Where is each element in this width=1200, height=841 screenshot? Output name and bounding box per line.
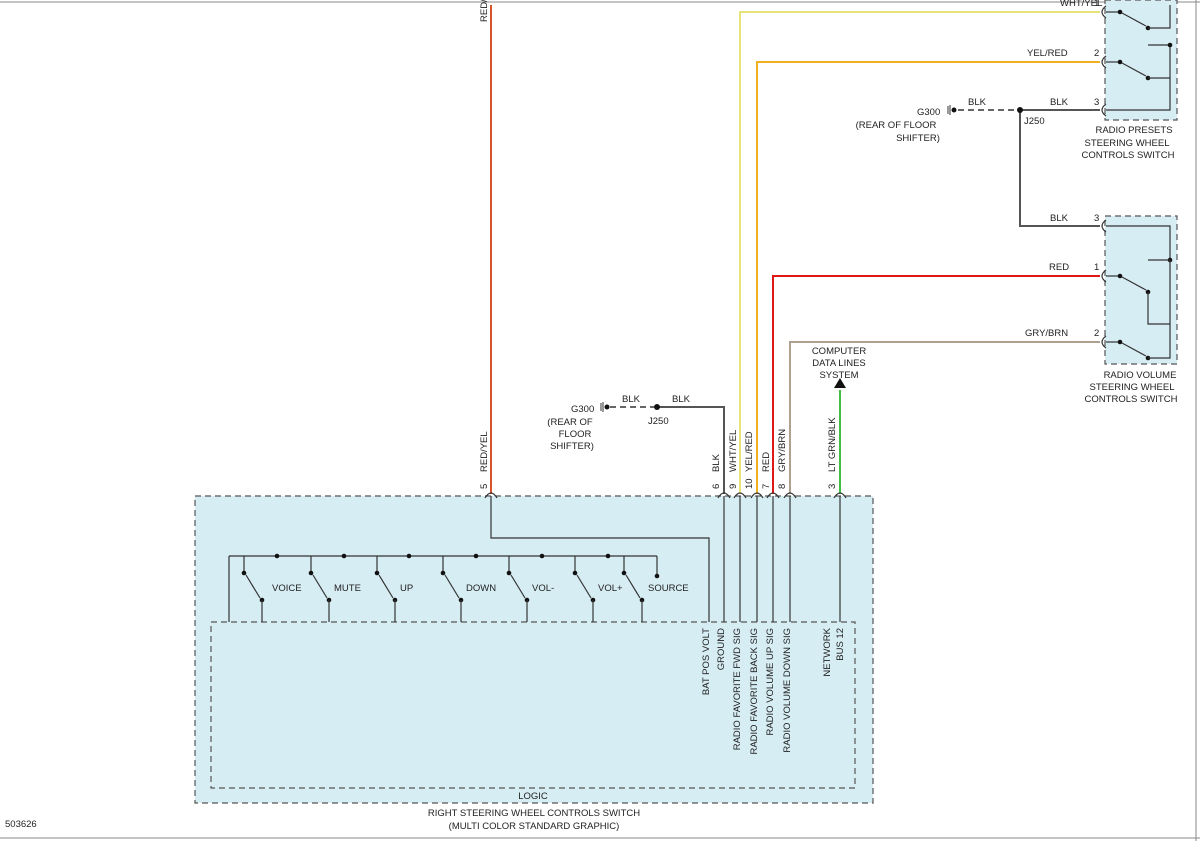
bus-label: BUS 12 <box>835 628 846 661</box>
splice-j250-left <box>654 404 660 410</box>
pin-5-label: 5 <box>479 484 490 489</box>
presets-title-2: STEERING WHEEL <box>1085 138 1170 149</box>
reference-number: 503626 <box>5 819 37 830</box>
pin-3-label: 3 <box>827 484 838 489</box>
volume-pin3-wire: BLK <box>1050 213 1069 224</box>
ground-signal-label: GROUND <box>716 628 727 670</box>
pin-10-wire: YEL/RED <box>744 431 755 472</box>
pin-7-label: 7 <box>761 484 772 489</box>
module-subtitle: (MULTI COLOR STANDARD GRAPHIC) <box>449 821 620 832</box>
network-label: NETWORK <box>822 627 833 676</box>
computer-data-line1: COMPUTER <box>812 346 867 357</box>
presets-pin2: 2 <box>1094 48 1099 59</box>
down-label: DOWN <box>466 583 496 594</box>
ground-left-loc-1: (REAR OF <box>547 417 593 428</box>
pin-6-label: 6 <box>711 484 722 489</box>
pin-9-label: 9 <box>728 484 739 489</box>
ground-right-id: G300 <box>917 107 940 118</box>
presets-title-3: CONTROLS SWITCH <box>1082 150 1175 161</box>
module-title: RIGHT STEERING WHEEL CONTROLS SWITCH <box>428 808 640 819</box>
mute-label: MUTE <box>334 583 361 594</box>
radio-presets-outline <box>1104 0 1178 121</box>
back-sig-label: RADIO FAVORITE BACK SIG <box>749 628 760 755</box>
wire-wht-yel <box>739 11 1100 494</box>
computer-data-line2: DATA LINES <box>812 358 866 369</box>
wire-blk-volume <box>1019 110 1100 227</box>
volume-pin1: 1 <box>1094 262 1099 273</box>
pin-3-wire: LT GRN/BLK <box>827 417 838 472</box>
logic-label: LOGIC <box>518 791 548 802</box>
ground-right-wire1: BLK <box>968 97 987 108</box>
ground-left-splice: J250 <box>648 416 669 427</box>
pin-10-label: 10 <box>744 478 755 489</box>
presets-title-1: RADIO PRESETS <box>1095 125 1172 136</box>
computer-data-line3: SYSTEM <box>819 370 858 381</box>
voice-label: VOICE <box>272 583 302 594</box>
ground-right-wire2: BLK <box>1050 97 1069 108</box>
pin-5-wire: RED/YEL <box>479 431 490 472</box>
volume-pin2: 2 <box>1094 328 1099 339</box>
vol-down-sig-label: RADIO VOLUME DOWN SIG <box>782 628 793 753</box>
presets-pin1: 1 <box>1094 0 1099 9</box>
volume-pin2-wire: GRY/BRN <box>1025 328 1068 339</box>
fwd-sig-label: RADIO FAVORITE FWD SIG <box>732 628 743 750</box>
volume-title-1: RADIO VOLUME <box>1104 370 1177 381</box>
volume-pin3: 3 <box>1094 213 1099 224</box>
wire-red <box>772 275 1100 494</box>
up-label: UP <box>400 583 413 594</box>
ground-g300-right: G300 (REAR OF FLOOR SHIFTER) BLK BLK J25… <box>856 97 1069 144</box>
pin-8-label: 8 <box>777 484 788 489</box>
presets-pin2-wire: YEL/RED <box>1027 48 1068 59</box>
vol-up-sig-label: RADIO VOLUME UP SIG <box>765 628 776 736</box>
vol-minus-label: VOL- <box>532 583 554 594</box>
volume-title-3: CONTROLS SWITCH <box>1085 394 1178 405</box>
pin-9-wire: WHT/YEL <box>728 430 739 472</box>
radio-presets-switch: WHT/YEL 1 YEL/RED 2 3 RADIO PRESETS STEE… <box>1027 0 1178 161</box>
ground-left-loc-3: SHIFTER) <box>550 441 594 452</box>
vol-plus-label: VOL+ <box>598 583 623 594</box>
top-red-yel-wire: RED/YEL <box>479 0 490 22</box>
ground-right-loc-1: (REAR OF FLOOR <box>856 120 937 131</box>
bat-pos-volt-label: BAT POS VOLT <box>701 628 712 695</box>
volume-title-2: STEERING WHEEL <box>1090 382 1175 393</box>
ground-left-wire2: BLK <box>672 394 691 405</box>
ground-left-loc-2: FLOOR <box>559 429 592 440</box>
wiring-diagram: LOGIC RIGHT STEERING WHEEL CONTROLS SWIT… <box>0 0 1200 841</box>
ground-left-wire1: BLK <box>622 394 641 405</box>
ground-left-id: G300 <box>571 404 594 415</box>
ground-right-splice: J250 <box>1024 116 1045 127</box>
splice-j250-right <box>1017 107 1023 113</box>
ground-right-loc-2: SHIFTER) <box>896 133 940 144</box>
source-label: SOURCE <box>648 583 689 594</box>
pin-8-wire: GRY/BRN <box>777 429 788 472</box>
presets-pin3: 3 <box>1094 97 1099 108</box>
radio-volume-switch: BLK 3 RED 1 GRY/BRN 2 RADIO VOLUME STEER… <box>1025 213 1178 405</box>
right-steering-wheel-controls-switch: LOGIC RIGHT STEERING WHEEL CONTROLS SWIT… <box>194 495 874 832</box>
ground-g300-left: G300 (REAR OF FLOOR SHIFTER) BLK BLK J25… <box>547 394 690 452</box>
pin-7-wire: RED <box>761 452 772 472</box>
volume-pin1-wire: RED <box>1049 262 1069 273</box>
computer-data-lines-system: COMPUTER DATA LINES SYSTEM <box>812 346 867 388</box>
pin-6-wire: BLK <box>711 453 722 472</box>
